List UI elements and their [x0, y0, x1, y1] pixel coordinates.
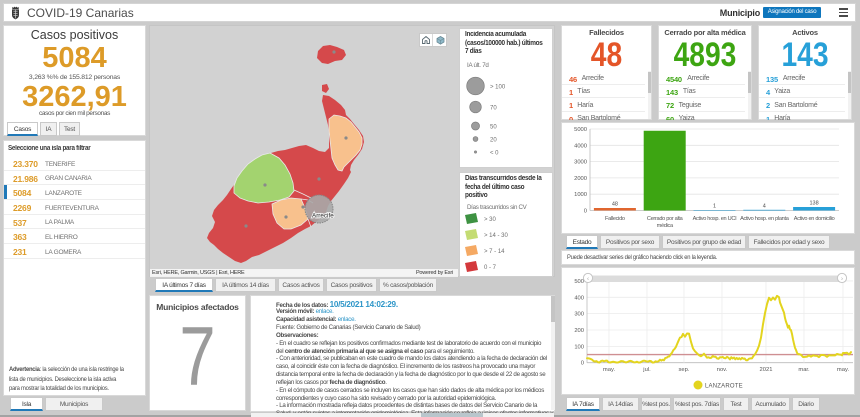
svg-text:5000: 5000 — [574, 127, 587, 133]
svg-text:3000: 3000 — [574, 160, 587, 166]
svg-text:300: 300 — [574, 312, 584, 318]
svg-text:> 14 - 30: > 14 - 30 — [484, 233, 509, 239]
svg-text:200: 200 — [574, 328, 584, 334]
svg-text:> 7 - 14: > 7 - 14 — [484, 249, 505, 255]
svg-text:0: 0 — [584, 209, 587, 215]
svg-text:70: 70 — [490, 106, 497, 112]
svg-text:2021: 2021 — [760, 367, 773, 373]
svg-text:1000: 1000 — [574, 192, 587, 198]
svg-text:may.: may. — [603, 367, 616, 373]
svg-text:500: 500 — [574, 279, 584, 285]
svg-text:LANZAROTE: LANZAROTE — [705, 384, 743, 390]
svg-text:Cerrado por alta: Cerrado por alta — [647, 216, 684, 222]
svg-text:Arrecife: Arrecife — [312, 213, 334, 220]
svg-text:100: 100 — [574, 344, 584, 350]
svg-text:4000: 4000 — [574, 143, 587, 149]
svg-text:0 - 7: 0 - 7 — [484, 265, 497, 271]
svg-text:4: 4 — [763, 203, 766, 209]
svg-text:400: 400 — [574, 295, 584, 301]
svg-text:20: 20 — [490, 138, 497, 144]
svg-text:Fallecido: Fallecido — [605, 216, 625, 222]
svg-text:sep.: sep. — [679, 367, 690, 373]
svg-text:48: 48 — [612, 202, 618, 208]
svg-text:< 0: < 0 — [490, 151, 499, 157]
svg-text:nov.: nov. — [717, 367, 728, 373]
svg-text:Activo en domicilio: Activo en domicilio — [794, 216, 835, 222]
svg-text:> 30: > 30 — [484, 217, 497, 223]
svg-text:Activo hosp. en UCI: Activo hosp. en UCI — [693, 216, 737, 222]
svg-text:‹: ‹ — [587, 277, 589, 283]
svg-text:0: 0 — [581, 361, 584, 367]
svg-text:> 100: > 100 — [490, 85, 506, 91]
svg-text:50: 50 — [490, 125, 497, 131]
svg-text:médica: médica — [657, 223, 674, 229]
svg-text:2000: 2000 — [574, 176, 587, 182]
svg-text:138: 138 — [810, 201, 819, 207]
svg-text:may.: may. — [837, 367, 850, 373]
svg-text:Activo hosp. en planta: Activo hosp. en planta — [740, 216, 790, 222]
svg-text:mar.: mar. — [798, 367, 810, 373]
svg-text:jul.: jul. — [642, 367, 651, 373]
svg-text:›: › — [841, 277, 843, 283]
svg-text:1: 1 — [713, 204, 716, 210]
